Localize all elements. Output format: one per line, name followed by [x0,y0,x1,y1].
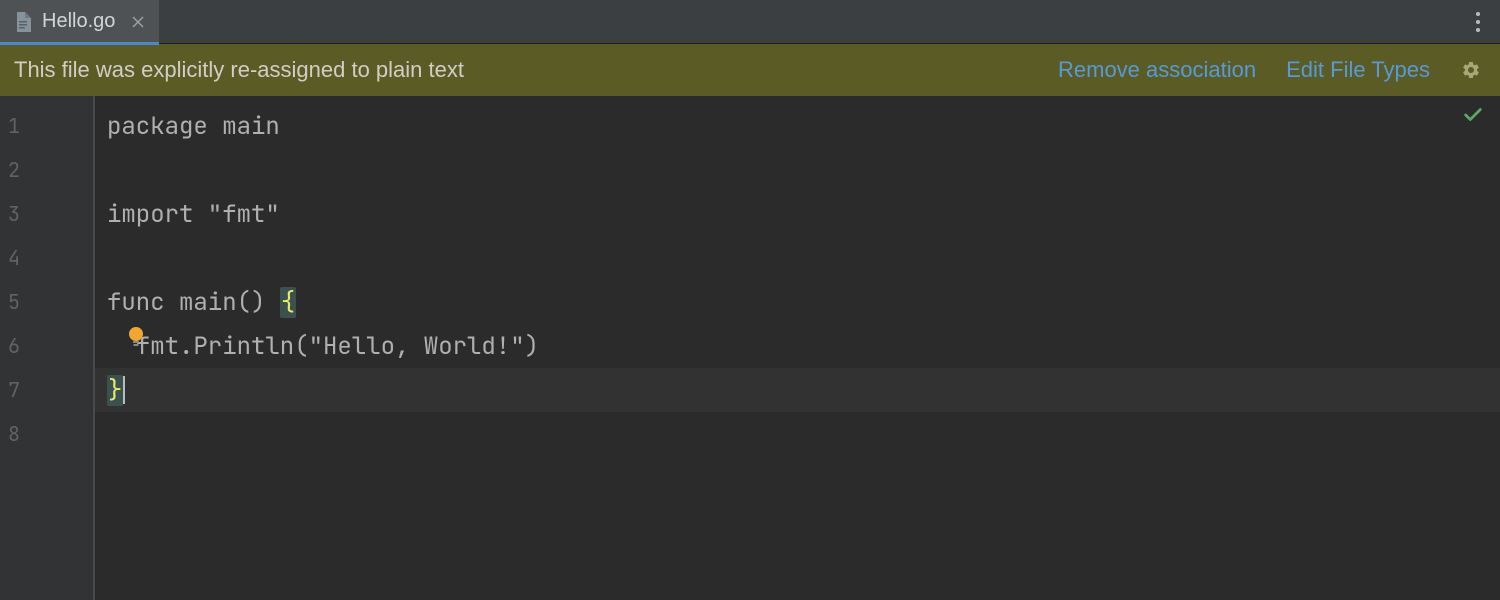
code-line[interactable]: package main [95,104,1500,148]
code-line[interactable]: func main() { [95,280,1500,324]
line-number[interactable]: 1 [0,104,93,148]
remove-association-link[interactable]: Remove association [1058,57,1256,83]
close-icon[interactable] [129,13,147,31]
line-number[interactable]: 3 [0,192,93,236]
edit-file-types-link[interactable]: Edit File Types [1286,57,1430,83]
line-number[interactable]: 7 [0,368,93,412]
code-text: import "fmt" [107,199,280,230]
code-area[interactable]: package main import "fmt" func main() { … [95,96,1500,600]
line-number[interactable]: 5 [0,280,93,324]
code-line[interactable] [95,412,1500,456]
code-line[interactable] [95,148,1500,192]
notification-bar: This file was explicitly re-assigned to … [0,44,1500,96]
checkmark-icon[interactable] [1462,104,1484,131]
line-number[interactable]: 8 [0,412,93,456]
file-tab[interactable]: Hello.go [0,0,159,44]
line-number[interactable]: 2 [0,148,93,192]
active-tab-indicator [0,42,159,45]
file-icon [14,12,32,32]
notification-message: This file was explicitly re-assigned to … [14,57,1028,83]
code-text: fmt.Println("Hello, World!") [107,331,539,362]
brace-close: } [107,375,123,406]
code-line[interactable]: fmt.Println("Hello, World!") [95,324,1500,368]
brace-open: { [280,287,296,318]
text-cursor [123,376,125,404]
line-number[interactable]: 6 [0,324,93,368]
intention-bulb-icon[interactable] [125,326,147,348]
code-line[interactable]: import "fmt" [95,192,1500,236]
code-text: func main() [107,287,280,318]
code-line[interactable] [95,236,1500,280]
gear-icon[interactable] [1460,59,1482,81]
tab-bar: Hello.go [0,0,1500,44]
editor: 1 2 3 4 5 6 7 8 package main import "fmt… [0,96,1500,600]
code-line-current[interactable]: } [95,368,1500,412]
gutter: 1 2 3 4 5 6 7 8 [0,96,95,600]
line-number[interactable]: 4 [0,236,93,280]
more-menu-icon[interactable] [1470,6,1486,38]
code-text: package main [107,111,280,142]
tab-filename: Hello.go [42,10,115,33]
